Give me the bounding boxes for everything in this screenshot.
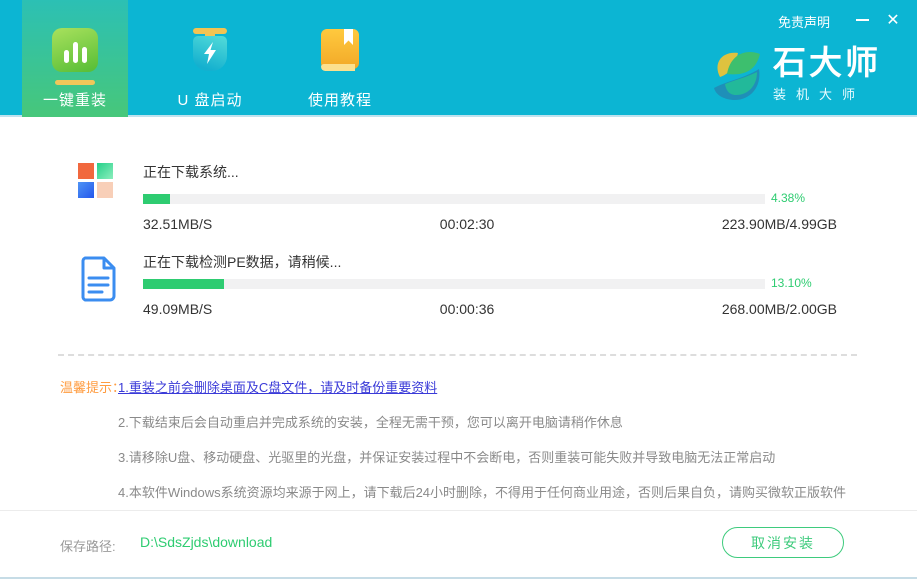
- tip-item-remove-usb: 3.请移除U盘、移动硬盘、光驱里的光盘，并保证安装过程中不会断电，否则重装可能失…: [118, 447, 878, 466]
- usb-boot-icon: [187, 27, 233, 73]
- tab-usb-boot[interactable]: U 盘启动: [153, 0, 267, 117]
- download-speed: 32.51MB/S: [143, 216, 212, 232]
- download-size: 223.90MB/4.99GB: [722, 216, 837, 232]
- close-button[interactable]: ✕: [881, 8, 905, 32]
- book-icon: [320, 28, 360, 72]
- tab-one-key-reinstall[interactable]: 一键重装: [22, 0, 128, 117]
- progress-fill: [143, 279, 224, 289]
- minimize-button[interactable]: [851, 10, 873, 30]
- tab-label: 一键重装: [43, 89, 107, 110]
- tips-label: 温馨提示：: [60, 377, 125, 396]
- windows-logo-icon: [78, 163, 113, 198]
- tips-list: 1.重装之前会删除桌面及C盘文件，请及时备份重要资料 2.下载结束后会自动重启并…: [118, 377, 878, 517]
- minimize-icon: [856, 19, 869, 21]
- download-time-remaining: 00:02:30: [212, 216, 722, 232]
- download-pe-progressbar: [143, 279, 765, 289]
- download-system-progressbar: [143, 194, 765, 204]
- tip-item-auto-restart: 2.下载结束后会自动重启并完成系统的安装，全程无需干预，您可以离开电脑请稍作休息: [118, 412, 878, 431]
- tab-label: 使用教程: [308, 89, 372, 110]
- active-tab-underline: [55, 80, 95, 85]
- logo-title: 石大师: [773, 45, 881, 81]
- download-time-remaining: 00:00:36: [212, 301, 722, 317]
- download-system-percent: 4.38%: [771, 191, 805, 205]
- header: 一键重装 U 盘启动 使用教程 免责声明: [0, 0, 917, 117]
- save-path-value[interactable]: D:\SdsZjds\download: [140, 534, 272, 550]
- save-path-label: 保存路径:: [60, 536, 116, 555]
- dashed-divider: [58, 354, 857, 356]
- chart-icon: [52, 28, 98, 72]
- cancel-install-button[interactable]: 取消安装: [722, 527, 844, 558]
- tip-item-backup-warning: 1.重装之前会删除桌面及C盘文件，请及时备份重要资料: [118, 377, 878, 396]
- footer-divider: [0, 510, 917, 511]
- tab-tutorial[interactable]: 使用教程: [284, 0, 396, 117]
- download-size: 268.00MB/2.00GB: [722, 301, 837, 317]
- download-pe-stats: 49.09MB/S 00:00:36 268.00MB/2.00GB: [143, 301, 837, 317]
- download-system-stats: 32.51MB/S 00:02:30 223.90MB/4.99GB: [143, 216, 837, 232]
- pe-file-icon: [80, 256, 118, 307]
- tab-label: U 盘启动: [177, 89, 242, 110]
- disclaimer-link[interactable]: 免责声明: [778, 12, 830, 31]
- download-pe-title: 正在下载检测PE数据，请稍候...: [143, 252, 341, 272]
- download-pe-percent: 13.10%: [771, 276, 812, 290]
- brand-logo: 石大师 装机大师: [705, 44, 881, 104]
- progress-fill: [143, 194, 170, 204]
- logo-mark-icon: [705, 44, 765, 104]
- download-speed: 49.09MB/S: [143, 301, 212, 317]
- logo-subtitle: 装机大师: [773, 84, 881, 103]
- tip-item-license: 4.本软件Windows系统资源均来源于网上，请下载后24小时删除，不得用于任何…: [118, 482, 878, 501]
- download-system-title: 正在下载系统...: [143, 162, 239, 182]
- app-window: 一键重装 U 盘启动 使用教程 免责声明: [0, 0, 917, 579]
